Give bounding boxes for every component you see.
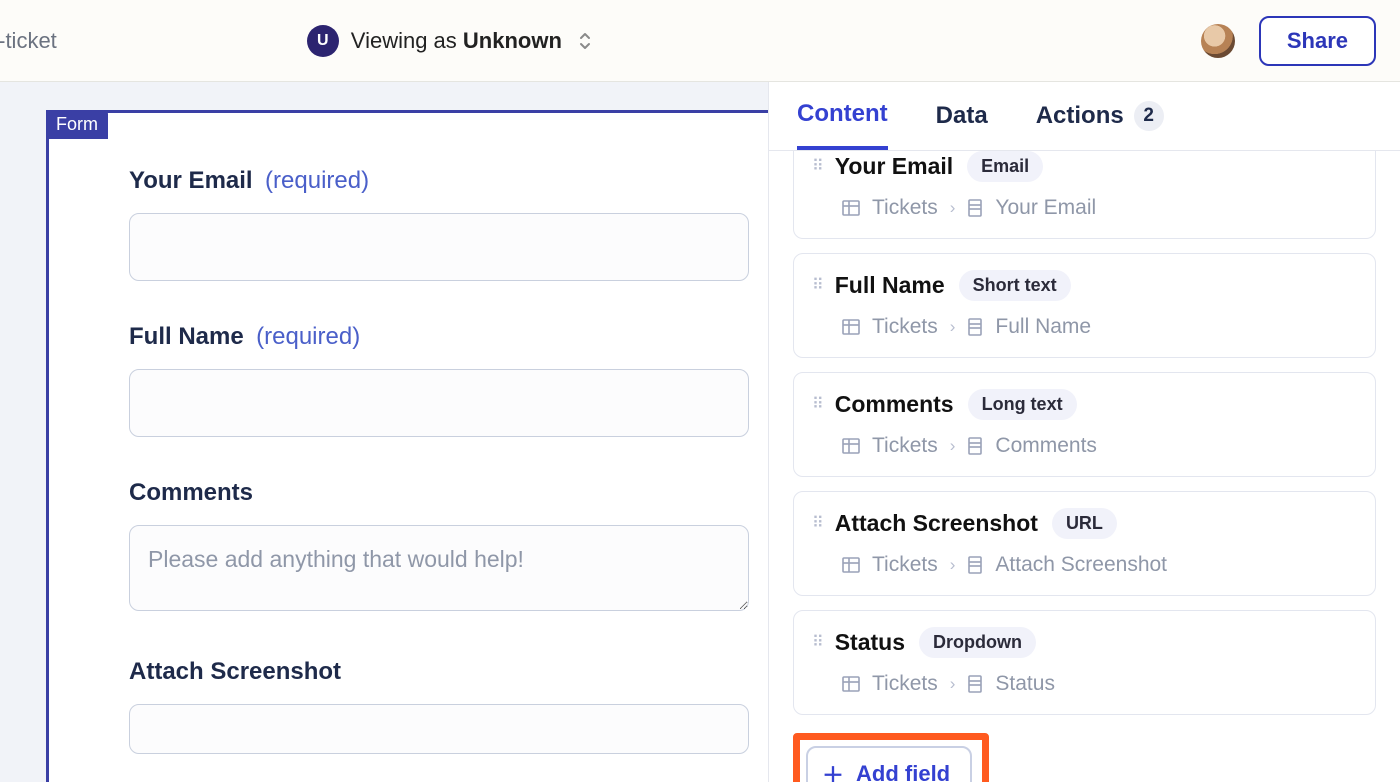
field-type-pill: Short text	[959, 270, 1071, 301]
source-column-name: Full Name	[995, 315, 1091, 339]
drag-handle-icon[interactable]: ⠿	[812, 282, 821, 290]
panel-field-comments[interactable]: ⠿ Comments Long text Tickets › Comments	[793, 372, 1376, 477]
drag-handle-icon[interactable]: ⠿	[812, 520, 821, 528]
source-table-name: Tickets	[872, 434, 938, 458]
share-button[interactable]: Share	[1259, 16, 1376, 66]
column-icon	[967, 199, 983, 217]
panel-field-name: Comments	[835, 391, 954, 418]
panel-field-attach-screenshot[interactable]: ⠿ Attach Screenshot URL Tickets › Attach…	[793, 491, 1376, 596]
comments-input[interactable]	[129, 525, 749, 611]
form-selection-tag[interactable]: Form	[46, 110, 108, 139]
panel-field-your-email[interactable]: ⠿ Your Email Email Tickets › Your Email	[793, 151, 1376, 239]
actions-count-badge: 2	[1134, 101, 1164, 131]
form-field-attach-screenshot: Attach Screenshot	[129, 658, 728, 754]
tab-content[interactable]: Content	[797, 100, 888, 150]
field-type-pill: Dropdown	[919, 627, 1036, 658]
chevron-right-icon: ›	[950, 317, 956, 337]
field-label: Attach Screenshot	[129, 658, 341, 685]
source-table-name: Tickets	[872, 196, 938, 220]
add-field-button[interactable]: ＋ Add field	[806, 746, 972, 782]
source-column-name: Your Email	[995, 196, 1096, 220]
add-field-highlight: ＋ Add field	[793, 733, 989, 782]
plus-icon: ＋	[822, 758, 844, 782]
panel-field-name: Attach Screenshot	[835, 510, 1038, 537]
table-icon	[842, 556, 860, 574]
chevron-right-icon: ›	[950, 436, 956, 456]
panel-field-name: Full Name	[835, 272, 945, 299]
field-label: Comments	[129, 479, 253, 506]
field-type-pill: URL	[1052, 508, 1117, 539]
panel-field-name: Status	[835, 629, 905, 656]
drag-handle-icon[interactable]: ⠿	[812, 163, 821, 171]
table-icon	[842, 437, 860, 455]
tab-data[interactable]: Data	[936, 100, 988, 150]
column-icon	[967, 556, 983, 574]
field-label: Full Name	[129, 323, 244, 350]
table-icon	[842, 199, 860, 217]
chevron-right-icon: ›	[950, 674, 956, 694]
column-icon	[967, 675, 983, 693]
breadcrumb-text: t-ticket	[0, 28, 57, 54]
top-bar: t-ticket U Viewing as Unknown Share	[0, 0, 1400, 82]
your-email-input[interactable]	[129, 213, 749, 281]
column-icon	[967, 437, 983, 455]
avatar[interactable]	[1201, 24, 1235, 58]
form-field-your-email: Your Email (required)	[129, 167, 728, 281]
source-column-name: Attach Screenshot	[995, 553, 1167, 577]
tab-actions[interactable]: Actions 2	[1036, 100, 1164, 150]
column-icon	[967, 318, 983, 336]
user-badge-icon: U	[307, 25, 339, 57]
source-table-name: Tickets	[872, 553, 938, 577]
panel-field-name: Your Email	[835, 153, 953, 180]
form-field-full-name: Full Name (required)	[129, 323, 728, 437]
panel-tabs: Content Data Actions 2	[769, 82, 1400, 151]
source-table-name: Tickets	[872, 672, 938, 696]
full-name-input[interactable]	[129, 369, 749, 437]
field-type-pill: Email	[967, 151, 1043, 182]
source-column-name: Status	[995, 672, 1055, 696]
chevron-right-icon: ›	[950, 198, 956, 218]
viewing-as-control[interactable]: U Viewing as Unknown	[307, 25, 592, 57]
viewing-as-label: Viewing as Unknown	[351, 28, 562, 54]
panel-field-status[interactable]: ⠿ Status Dropdown Tickets › Status	[793, 610, 1376, 715]
source-column-name: Comments	[995, 434, 1097, 458]
drag-handle-icon[interactable]: ⠿	[812, 401, 821, 409]
field-type-pill: Long text	[968, 389, 1077, 420]
attach-screenshot-input[interactable]	[129, 704, 749, 754]
form-card[interactable]: Your Email (required) Full Name (require…	[46, 110, 768, 782]
table-icon	[842, 675, 860, 693]
table-icon	[842, 318, 860, 336]
right-panel: Content Data Actions 2 ⠿ Your Email Emai…	[768, 82, 1400, 782]
source-table-name: Tickets	[872, 315, 938, 339]
form-canvas: Form Your Email (required) Full Name (re…	[0, 82, 768, 782]
panel-field-full-name[interactable]: ⠿ Full Name Short text Tickets › Full Na…	[793, 253, 1376, 358]
required-label: (required)	[256, 323, 360, 350]
required-label: (required)	[265, 167, 369, 194]
field-label: Your Email	[129, 167, 253, 194]
chevron-right-icon: ›	[950, 555, 956, 575]
form-field-comments: Comments	[129, 479, 728, 616]
chevron-sort-icon	[578, 31, 592, 51]
drag-handle-icon[interactable]: ⠿	[812, 639, 821, 647]
